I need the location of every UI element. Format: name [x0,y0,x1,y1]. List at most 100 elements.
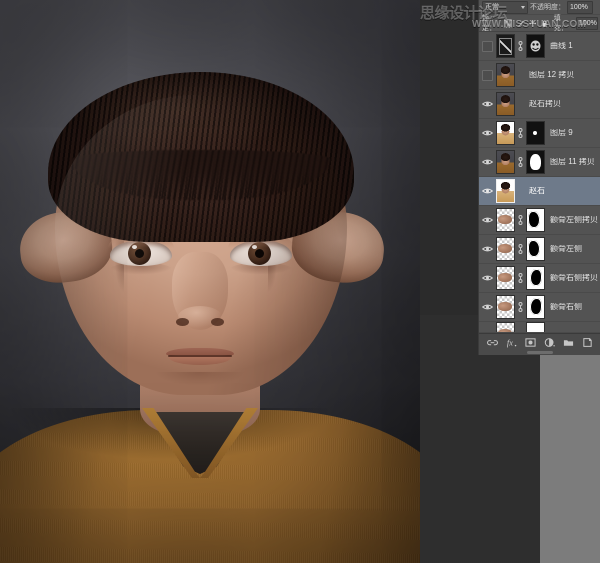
layer-thumbnail[interactable] [496,208,515,232]
blend-mode-value: 正常 [485,2,499,12]
layer-row[interactable]: 图层 11 拷贝 [479,148,600,177]
layer-visibility-toggle[interactable] [481,303,494,311]
layer-thumbnail[interactable] [496,63,515,87]
layer-visibility-toggle[interactable] [481,129,494,137]
layer-name: 颧骨左侧拷贝 [547,216,599,224]
layer-row[interactable]: 曲线 1 [479,32,600,61]
add-layer-mask-button[interactable] [525,337,536,348]
layer-visibility-toggle[interactable] [481,274,494,282]
layer-visibility-toggle[interactable] [481,100,494,108]
link-icon[interactable] [517,214,524,226]
link-icon[interactable] [517,127,524,139]
eye-off-icon [482,70,493,81]
panel-resize-grip[interactable] [479,350,600,355]
layer-name: 曲线 1 [547,42,599,50]
layer-thumbnail[interactable] [496,322,515,333]
layer-row[interactable]: 赵石拷贝 [479,90,600,119]
layer-thumbnail[interactable] [496,92,515,116]
new-group-folder-button[interactable] [563,337,574,348]
layer-row[interactable]: 图层 9 [479,119,600,148]
layer-visibility-toggle[interactable] [481,187,494,195]
layer-visibility-toggle[interactable] [481,41,494,52]
layer-thumbnail[interactable] [496,121,515,145]
layer-visibility-toggle[interactable] [481,216,494,224]
layer-mask-thumbnail[interactable] [526,34,545,58]
layers-panel-lock-row: 锁定： 填充： 100% [479,15,600,32]
nostril-left [176,318,189,326]
eye-visible-icon [482,100,493,108]
eye-visible-icon [482,303,493,311]
link-icon[interactable] [517,301,524,313]
layer-thumbnail[interactable] [496,295,515,319]
layer-mask-thumbnail[interactable] [526,150,545,174]
opacity-label: 不透明度： [530,2,565,12]
new-layer-button[interactable] [582,337,593,348]
layer-visibility-toggle[interactable] [481,158,494,166]
layers-list[interactable]: 曲线 1 图层 12 拷贝 [479,32,600,333]
layer-visibility-toggle[interactable] [481,245,494,253]
link-layers-button[interactable] [487,337,498,348]
layers-panel-footer[interactable]: fx [479,333,600,350]
eye-off-icon [482,41,493,52]
eye-visible-icon [482,274,493,282]
eye-visible-icon [482,216,493,224]
eye-visible-icon [482,187,493,195]
link-icon[interactable] [517,40,524,52]
lock-all-padlock-icon[interactable] [541,19,548,28]
layer-name: 颧骨左侧 [547,245,599,253]
blend-mode-dropdown[interactable]: 正常 [482,1,528,14]
new-adjustment-layer-button[interactable] [544,337,555,348]
layer-mask-thumbnail[interactable] [526,322,545,333]
layers-panel[interactable]: 正常 不透明度： 100% 锁定： 填充： [478,0,600,355]
link-icon[interactable] [517,156,524,168]
nostril-right [211,318,224,326]
layer-mask-thumbnail[interactable] [526,208,545,232]
eye-right [230,240,292,266]
photoshop-window: 正常 不透明度： 100% 锁定： 填充： [0,0,600,563]
lock-position-icon[interactable] [529,19,536,28]
layer-thumbnail-curves-icon[interactable] [496,34,515,58]
layer-mask-thumbnail[interactable] [526,237,545,261]
chevron-down-icon [521,6,525,9]
svg-text:fx: fx [507,338,513,347]
pupil-right [255,249,264,258]
layer-mask-thumbnail[interactable] [526,266,545,290]
layer-thumbnail[interactable] [496,179,515,203]
layer-thumbnail[interactable] [496,150,515,174]
cheek-pixels [498,273,512,282]
layer-row[interactable]: 颧骨左侧 [479,235,600,264]
layer-row[interactable]: 颧骨左侧拷贝 [479,206,600,235]
chin-shadow [150,372,250,402]
fill-value: 100% [579,20,597,27]
opacity-input[interactable]: 100% [567,1,593,14]
layer-row[interactable]: 图层 12 拷贝 [479,61,600,90]
link-icon[interactable] [517,243,524,255]
cheek-pixels [498,244,512,253]
fill-input[interactable]: 100% [576,17,598,30]
lock-label: 锁定： [482,13,499,33]
layer-thumbnail[interactable] [496,237,515,261]
layer-row[interactable]: 颧骨右侧拷贝 [479,264,600,293]
layer-name: 颧骨右侧拷贝 [547,274,599,282]
layer-style-fx-button[interactable]: fx [506,337,517,348]
cheek-pixels [498,215,512,224]
link-icon[interactable] [517,272,524,284]
eye-visible-icon [482,245,493,253]
opacity-value: 100% [570,4,588,11]
eye-left [110,240,172,266]
pupil-left [135,249,144,258]
layer-name: 图层 9 [547,129,599,137]
layer-row[interactable] [479,322,600,333]
layer-mask-thumbnail[interactable] [526,121,545,145]
lock-image-pixels-icon[interactable] [517,19,524,28]
layer-mask-thumbnail[interactable] [526,295,545,319]
document-canvas[interactable] [0,0,420,563]
layer-row[interactable]: 颧骨右侧 [479,293,600,322]
layer-thumbnail[interactable] [496,266,515,290]
cheek-pixels [498,302,512,311]
lock-transparent-pixels-icon[interactable] [504,19,511,28]
layer-visibility-toggle[interactable] [481,70,494,81]
eye-visible-icon [482,129,493,137]
layer-name: 赵石 [526,187,599,195]
layer-row-selected[interactable]: 赵石 [479,177,600,206]
